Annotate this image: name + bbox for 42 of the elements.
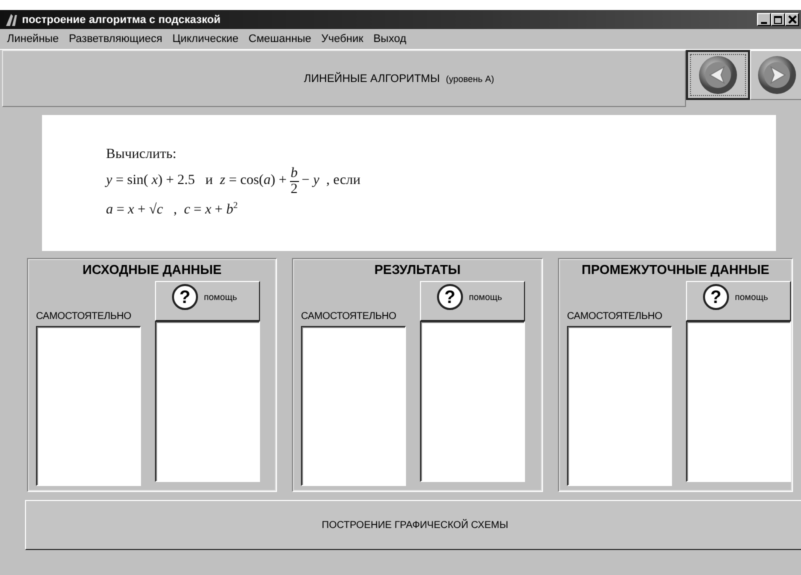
maximize-icon: [774, 16, 782, 24]
help-button[interactable]: ? помощь: [155, 281, 260, 321]
app-icon: [4, 12, 18, 27]
minimize-button[interactable]: [757, 13, 771, 26]
field-label: САМОСТОЯТЕЛЬНО: [567, 311, 664, 324]
list-box[interactable]: [155, 321, 260, 482]
group-title: ИСХОДНЫЕ ДАННЫЕ: [82, 262, 222, 277]
close-icon: [788, 15, 796, 24]
forward-button[interactable]: [750, 50, 801, 100]
list-box[interactable]: [301, 326, 406, 486]
minimize-icon: [761, 22, 767, 24]
menu-item[interactable]: Циклические: [167, 33, 244, 45]
help-icon: ?: [702, 284, 729, 310]
menu-item[interactable]: Линейные: [2, 33, 64, 45]
menu-item[interactable]: Смешанные: [244, 33, 316, 45]
window-title: построение алгоритма с подсказкой: [22, 14, 222, 26]
help-button[interactable]: ? помощь: [420, 281, 525, 321]
list-box[interactable]: [686, 321, 791, 482]
help-icon: ?: [172, 284, 198, 310]
formula-text: y = sin( x) + 2.5 и z = cos(a) +: [106, 173, 287, 189]
field-label: САМОСТОЯТЕЛЬНО: [36, 311, 132, 324]
group-title: ПРОМЕЖУТОЧНЫЕ ДАННЫЕ: [580, 262, 770, 277]
help-button[interactable]: ? помощь: [686, 281, 791, 321]
list-box[interactable]: [36, 326, 141, 486]
build-scheme-button[interactable]: ПОСТРОЕНИЕ ГРАФИЧЕСКОЙ СХЕМЫ: [25, 500, 801, 550]
maximize-button[interactable]: [771, 13, 785, 26]
help-icon: ?: [436, 284, 463, 310]
list-box[interactable]: [567, 326, 672, 486]
close-button[interactable]: [785, 13, 799, 26]
task-heading: Вычислить:: [106, 147, 176, 163]
fraction: b 2: [290, 166, 299, 196]
menu-item[interactable]: Учебник: [316, 33, 368, 45]
menu-item[interactable]: Разветвляющиеся: [64, 33, 168, 45]
formula-text: a = x + √c , c = x + b$^{2}$: [106, 200, 238, 218]
list-box[interactable]: [420, 321, 525, 482]
menu-item[interactable]: Выход: [368, 33, 412, 45]
formula-text: − y , если: [302, 173, 361, 189]
header-title: ЛИНЕЙНЫЕ АЛГОРИТМЫ: [304, 72, 440, 84]
group-title: РЕЗУЛЬТАТЫ: [373, 262, 462, 277]
back-button[interactable]: [686, 50, 750, 100]
level-label: (уровень А): [446, 74, 494, 84]
field-label: САМОСТОЯТЕЛЬНО: [301, 311, 398, 324]
